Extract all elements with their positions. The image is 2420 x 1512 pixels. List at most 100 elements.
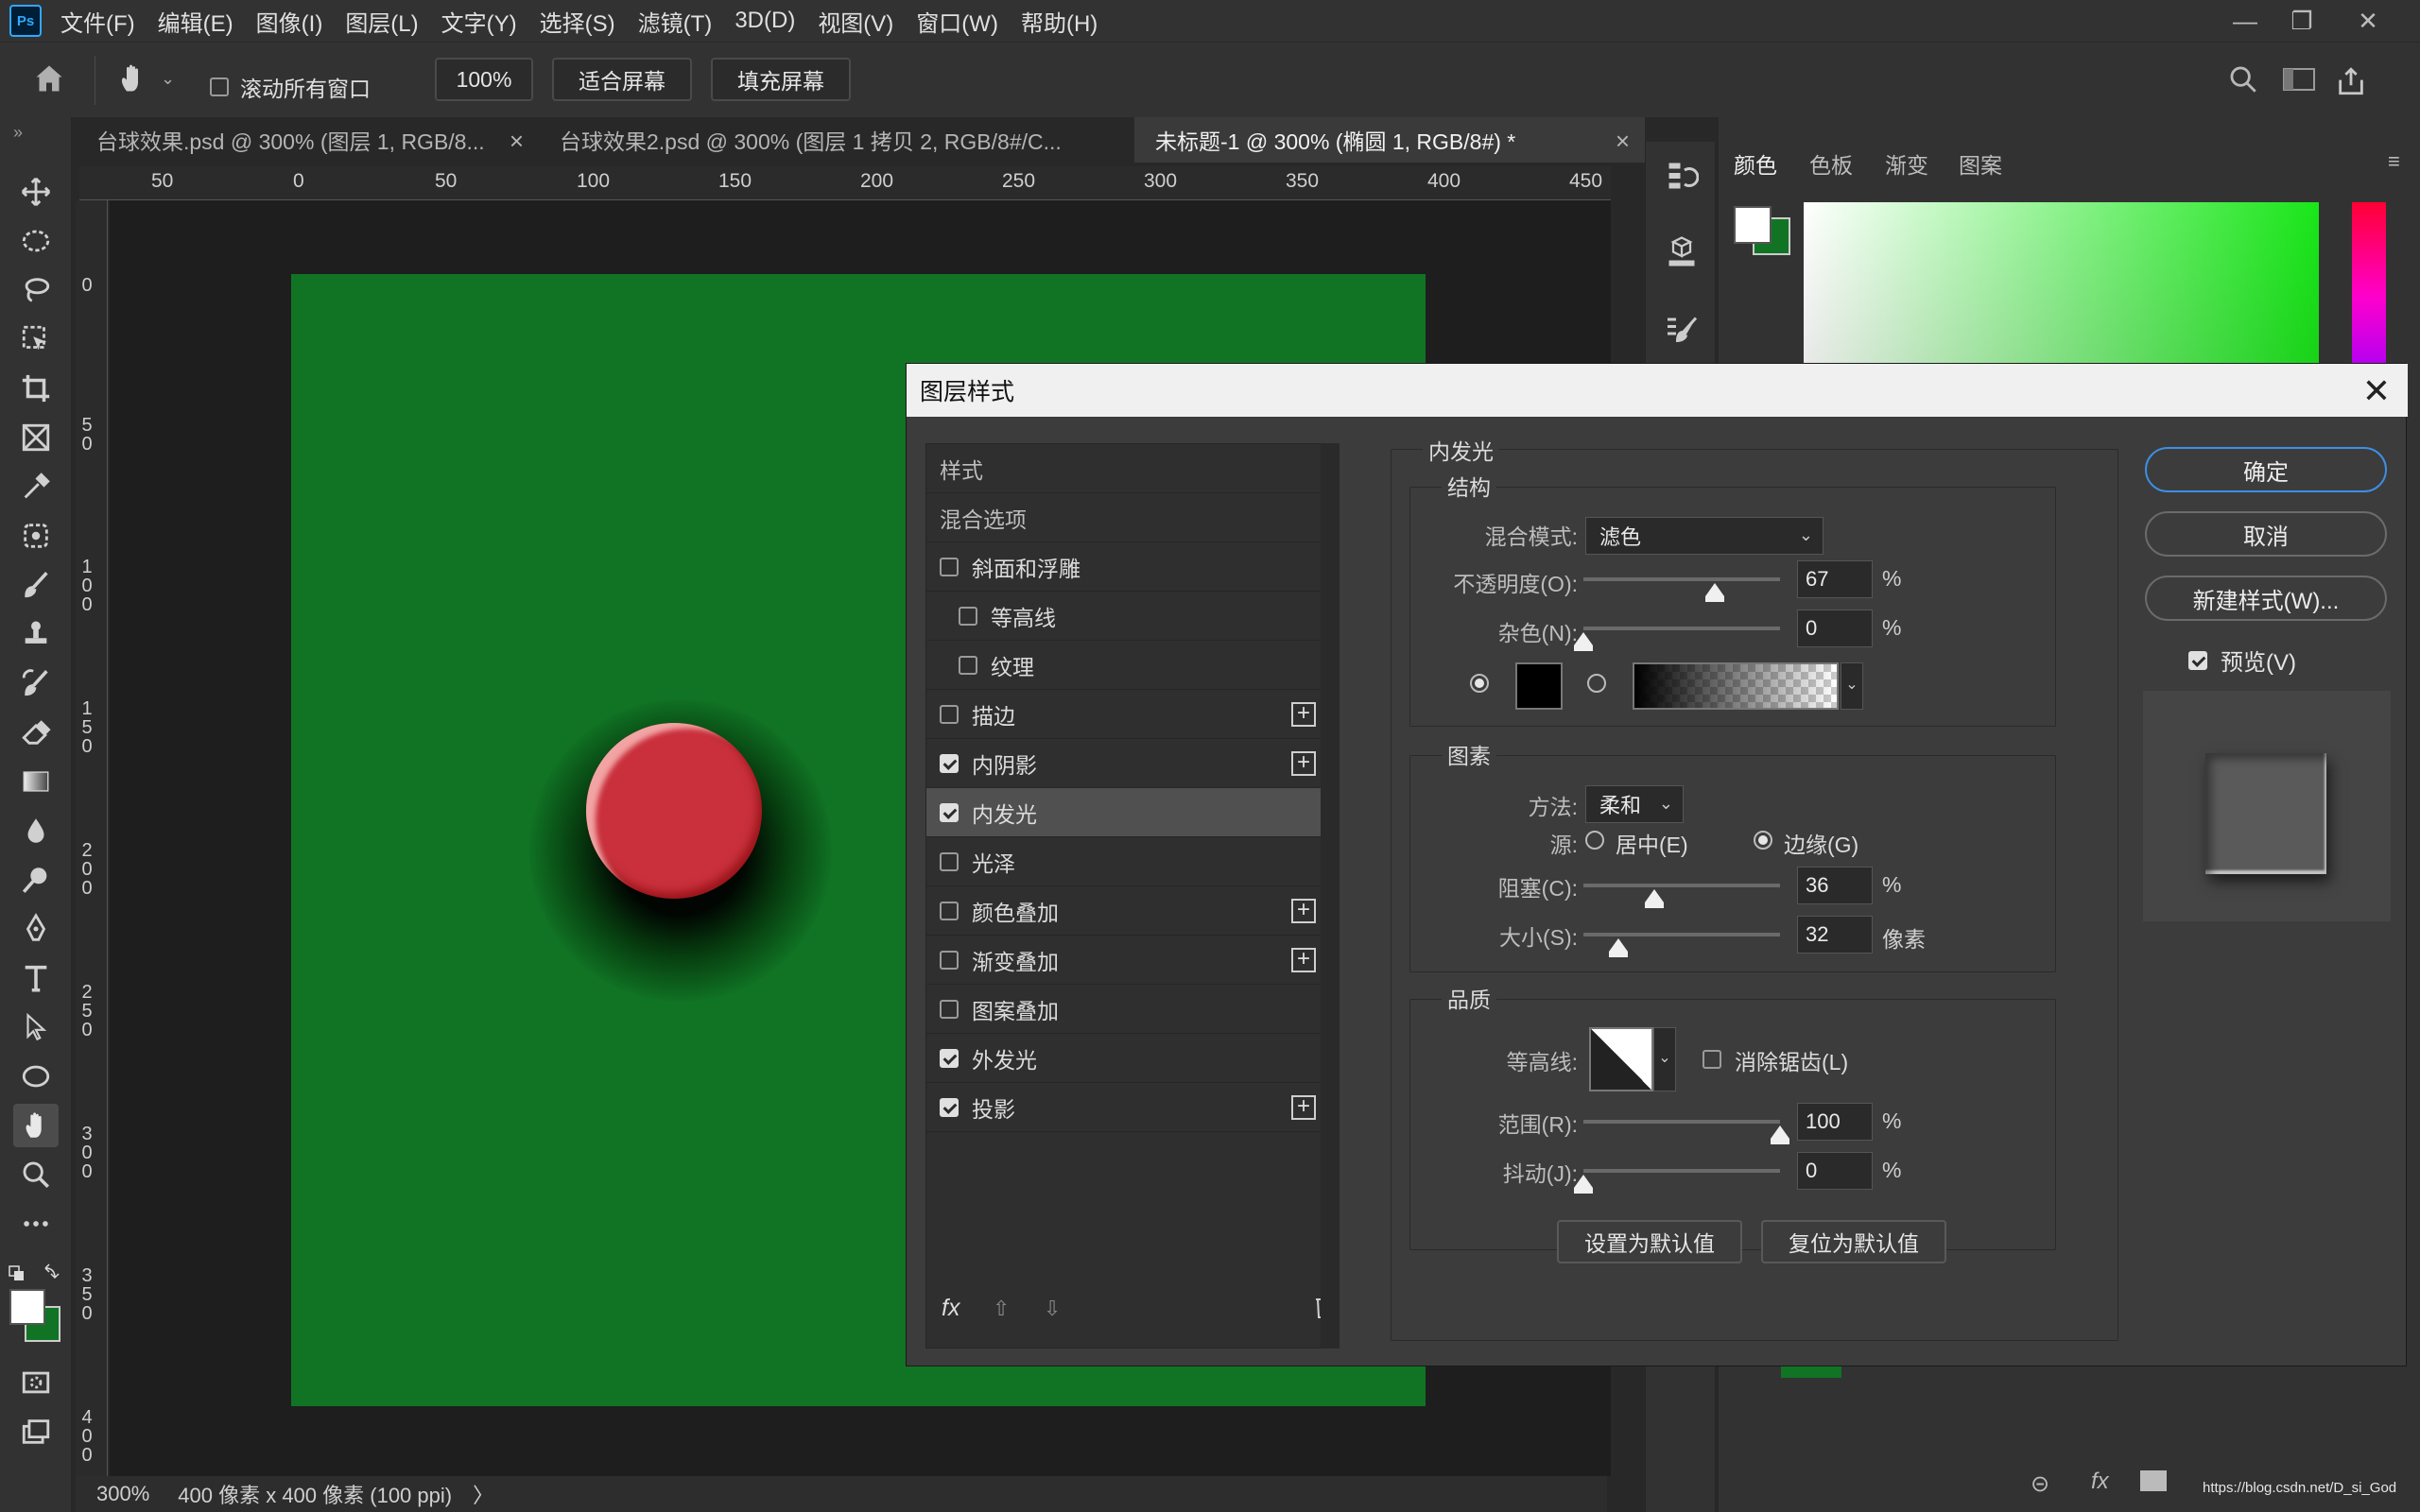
cancel-button[interactable]: 取消 [2145, 511, 2387, 557]
fx-menu-button[interactable]: fx [942, 1295, 959, 1322]
ok-button[interactable]: 确定 [2145, 447, 2387, 492]
fit-screen-button[interactable]: 适合屏幕 [552, 58, 692, 101]
search-icon[interactable] [2227, 63, 2259, 100]
more-tools-icon[interactable] [13, 1202, 59, 1246]
style-item[interactable]: 斜面和浮雕 [926, 542, 1323, 592]
jitter-slider-knob[interactable] [1574, 1175, 1593, 1194]
move-up-icon[interactable]: ⇧ [993, 1297, 1010, 1321]
solid-color-radio[interactable] [1470, 674, 1489, 693]
style-item[interactable]: 投影 + [926, 1083, 1323, 1132]
add-style-instance-icon[interactable]: + [1291, 899, 1316, 923]
move-down-icon[interactable]: ⇩ [1044, 1297, 1061, 1321]
tab-patterns[interactable]: 图案 [1959, 147, 2002, 180]
chevron-down-icon[interactable]: ⌄ [161, 69, 175, 89]
glow-color-swatch[interactable] [1515, 662, 1563, 710]
tab-gradients[interactable]: 渐变 [1885, 147, 1928, 180]
pen-tool-icon[interactable] [13, 907, 59, 951]
style-item[interactable]: 渐变叠加 + [926, 936, 1323, 985]
type-tool-icon[interactable] [13, 956, 59, 1000]
jitter-input[interactable]: 0 [1797, 1152, 1873, 1190]
style-item-checkbox[interactable] [940, 1048, 959, 1068]
menu-layer[interactable]: 图层(L) [345, 5, 418, 38]
noise-input[interactable]: 0 [1797, 610, 1873, 647]
blend-mode-select[interactable]: 滤色 ⌄ [1585, 517, 1824, 555]
menu-type[interactable]: 文字(Y) [441, 5, 517, 38]
technique-select[interactable]: 柔和 ⌄ [1585, 785, 1684, 823]
zoom-value-field[interactable]: 100% [435, 58, 533, 101]
close-icon[interactable]: ✕ [2362, 371, 2391, 411]
style-item-checkbox[interactable] [940, 753, 959, 773]
anti-aliased-checkbox[interactable] [1703, 1050, 1721, 1069]
menu-filter[interactable]: 滤镜(T) [638, 5, 713, 38]
style-item-checkbox[interactable] [940, 950, 959, 970]
style-item[interactable]: 光泽 [926, 837, 1323, 886]
add-style-instance-icon[interactable]: + [1291, 702, 1316, 727]
style-item-checkbox[interactable] [959, 606, 977, 626]
choke-slider-knob[interactable] [1644, 889, 1664, 908]
blur-tool-icon[interactable] [13, 809, 59, 852]
source-center-radio[interactable] [1585, 831, 1604, 850]
scroll-all-check[interactable] [210, 77, 229, 96]
ellipse-tool-icon[interactable] [13, 1055, 59, 1098]
eraser-tool-icon[interactable] [13, 711, 59, 754]
object-select-tool-icon[interactable] [13, 318, 59, 361]
lasso-tool-icon[interactable] [13, 268, 59, 312]
style-item-checkbox[interactable] [940, 704, 959, 724]
menu-edit[interactable]: 编辑(E) [158, 5, 233, 38]
gradient-radio[interactable] [1587, 674, 1606, 693]
menu-window[interactable]: 窗口(W) [916, 5, 998, 38]
preview-checkbox[interactable] [2188, 650, 2207, 670]
brush-settings-icon[interactable] [1665, 314, 1699, 352]
collapse-toolbar-icon[interactable]: » [13, 123, 23, 143]
link-layers-icon[interactable]: ⊝ [2031, 1470, 2049, 1498]
3d-panel-icon[interactable] [1665, 236, 1699, 275]
brush-tool-icon[interactable] [13, 563, 59, 607]
workspace-icon[interactable] [2282, 65, 2320, 98]
scroll-all-checkbox[interactable]: 滚动所有窗口 [210, 71, 371, 103]
hand-tool-active-icon[interactable] [13, 1104, 59, 1147]
source-edge-radio[interactable] [1754, 831, 1772, 850]
restore-button[interactable]: ❐ [2269, 0, 2335, 42]
noise-slider-knob[interactable] [1574, 632, 1593, 651]
default-colors-icon[interactable] [8, 1263, 64, 1287]
foreground-color-swatch[interactable] [9, 1289, 45, 1325]
style-item[interactable]: 图案叠加 [926, 985, 1323, 1034]
style-item[interactable]: 纹理 [926, 641, 1323, 690]
style-item-checkbox[interactable] [940, 999, 959, 1019]
tab-color[interactable]: 颜色 [1734, 147, 1777, 180]
style-item[interactable]: 颜色叠加 + [926, 886, 1323, 936]
style-item[interactable]: 内阴影 + [926, 739, 1323, 788]
tab-swatches[interactable]: 色板 [1809, 147, 1853, 180]
layer-fx-icon[interactable]: fx [2091, 1469, 2109, 1495]
range-slider-knob[interactable] [1771, 1125, 1789, 1144]
opacity-slider-knob[interactable] [1705, 583, 1725, 602]
tab-document-2[interactable]: 台球效果2.psd @ 300% (图层 1 拷贝 2, RGB/8#/C...… [539, 117, 1210, 163]
menu-image[interactable]: 图像(I) [256, 5, 323, 38]
style-list-scrollbar[interactable] [1321, 443, 1340, 1349]
close-window-button[interactable]: ✕ [2335, 0, 2401, 42]
close-tab-icon[interactable]: × [510, 127, 524, 156]
add-mask-icon[interactable] [2140, 1470, 2167, 1491]
new-style-button[interactable]: 新建样式(W)... [2145, 576, 2387, 621]
spot-heal-tool-icon[interactable] [13, 514, 59, 558]
styles-header[interactable]: 样式 [926, 444, 1323, 493]
opacity-slider[interactable] [1583, 577, 1780, 581]
marquee-tool-icon[interactable] [13, 219, 59, 263]
screen-mode-icon[interactable] [13, 1410, 59, 1453]
add-style-instance-icon[interactable]: + [1291, 1095, 1316, 1120]
make-default-button[interactable]: 设置为默认值 [1557, 1220, 1742, 1263]
fill-screen-button[interactable]: 填充屏幕 [711, 58, 851, 101]
style-item-checkbox[interactable] [959, 655, 977, 675]
style-item-checkbox[interactable] [940, 557, 959, 576]
opacity-input[interactable]: 67 [1797, 560, 1873, 598]
path-select-tool-icon[interactable] [13, 1005, 59, 1049]
chevron-down-icon[interactable]: ⌄ [1841, 662, 1863, 710]
quick-mask-icon[interactable] [13, 1361, 59, 1404]
style-item-checkbox[interactable] [940, 901, 959, 920]
stamp-tool-icon[interactable] [13, 612, 59, 656]
size-slider-knob[interactable] [1609, 938, 1629, 957]
home-icon[interactable] [32, 61, 66, 100]
menu-3d[interactable]: 3D(D) [735, 8, 795, 34]
size-input[interactable]: 32 [1797, 916, 1873, 954]
range-slider[interactable] [1583, 1120, 1780, 1124]
